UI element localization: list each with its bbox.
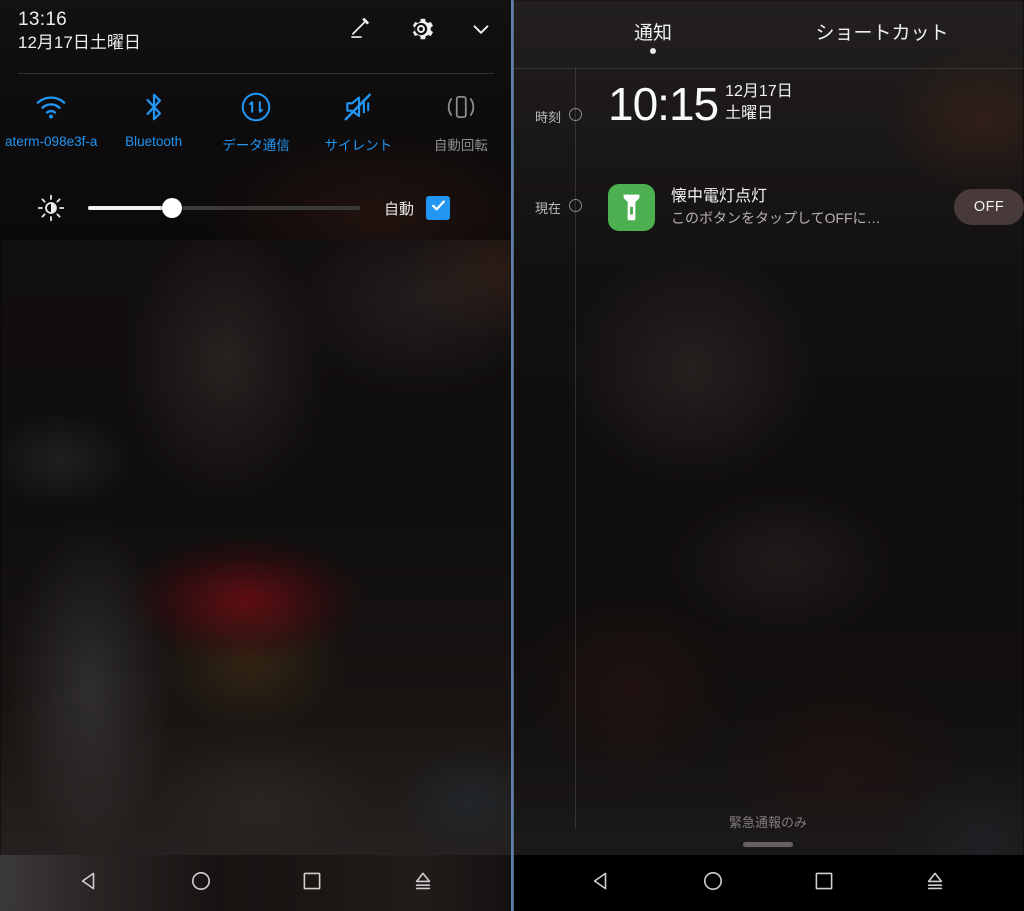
gear-icon — [407, 15, 435, 48]
panel-tabs: 通知 ショートカット — [512, 0, 1024, 68]
navigation-bar-right — [512, 855, 1024, 911]
notification-action-button[interactable]: OFF — [954, 189, 1024, 225]
tab-shortcuts[interactable]: ショートカット — [815, 18, 948, 45]
back-triangle-icon — [590, 869, 614, 898]
tile-wifi[interactable]: aterm-098e3f-a — [0, 88, 102, 154]
edit-icon — [348, 16, 374, 47]
home-circle-icon — [189, 869, 213, 898]
wallpaper-scrim-right — [512, 0, 1024, 911]
sound-mute-icon — [342, 88, 374, 126]
drag-handle[interactable] — [743, 842, 793, 847]
brightness-row: 自動 — [0, 186, 512, 230]
tile-silent[interactable]: サイレント — [307, 88, 409, 154]
right-phone-screen: 通知 ショートカット 時刻 現在 10:15 12月17日 土曜日 懐中電灯点灯… — [512, 0, 1024, 911]
eject-button[interactable] — [397, 861, 449, 905]
navigation-bar-left — [0, 855, 512, 911]
status-clock-block: 13:16 12月17日土曜日 — [18, 8, 141, 55]
tile-data-label: データ通信 — [222, 138, 290, 153]
settings-button[interactable] — [404, 14, 438, 48]
brightness-slider-thumb[interactable] — [162, 198, 183, 218]
clock-date-block: 12月17日 土曜日 — [725, 81, 793, 125]
eject-button[interactable] — [909, 861, 961, 905]
auto-brightness-label: 自動 — [384, 200, 415, 218]
notification-body: このボタンをタップしてOFFに… — [671, 210, 881, 226]
recents-square-icon — [300, 869, 324, 898]
wifi-icon — [35, 88, 67, 126]
quick-settings-divider — [18, 73, 494, 74]
lockscreen-clock: 10:15 12月17日 土曜日 — [608, 78, 793, 130]
back-button[interactable] — [64, 861, 116, 905]
brightness-slider-fill — [88, 206, 173, 210]
clock-weekday: 土曜日 — [725, 105, 774, 122]
chevron-down-icon — [468, 16, 494, 47]
left-phone-screen: 13:16 12月17日土曜日 aterm-098e3f-a Bluetooth… — [0, 0, 512, 911]
clock-time: 10:15 — [608, 78, 719, 130]
auto-brightness-checkbox[interactable] — [426, 196, 451, 220]
collapse-button[interactable] — [464, 14, 498, 48]
recents-square-icon — [812, 869, 836, 898]
timeline-label-clock: 時刻 — [535, 110, 562, 125]
brightness-icon — [36, 193, 66, 223]
tile-wifi-label: aterm-098e3f-a — [5, 134, 98, 149]
tile-bluetooth-label: Bluetooth — [125, 134, 183, 149]
tile-data[interactable]: データ通信 — [205, 88, 307, 154]
status-date: 12月17日土曜日 — [18, 33, 141, 52]
edit-button[interactable] — [344, 14, 378, 48]
status-time: 13:16 — [18, 9, 68, 30]
emergency-call-status: 緊急通報のみ — [728, 815, 807, 830]
data-transfer-icon — [240, 88, 272, 126]
quick-settings-shade: 13:16 12月17日土曜日 aterm-098e3f-a Bluetooth… — [0, 0, 512, 240]
notification-text: 懐中電灯点灯 このボタンをタップしてOFFに… — [671, 186, 948, 228]
notification-title: 懐中電灯点灯 — [671, 188, 768, 205]
active-tab-indicator — [650, 48, 656, 54]
quick-settings-actions — [344, 14, 498, 48]
auto-rotate-icon — [444, 88, 478, 126]
tabs-divider — [512, 68, 1024, 69]
tile-silent-label: サイレント — [324, 138, 393, 153]
tile-bluetooth[interactable]: Bluetooth — [102, 88, 204, 154]
timeline-axis — [575, 68, 576, 828]
quick-settings-tiles: aterm-098e3f-a Bluetooth データ通信 サイレント 自動回… — [0, 88, 512, 154]
recents-button[interactable] — [798, 861, 850, 905]
flashlight-icon — [608, 183, 655, 231]
notification-item[interactable]: 懐中電灯点灯 このボタンをタップしてOFFに… OFF — [608, 178, 1024, 236]
recents-button[interactable] — [286, 861, 338, 905]
check-icon — [430, 197, 447, 219]
back-button[interactable] — [576, 861, 628, 905]
home-circle-icon — [701, 869, 725, 898]
tile-auto-rotate[interactable]: 自動回転 — [410, 88, 512, 154]
brightness-slider[interactable] — [88, 198, 360, 218]
clock-date: 12月17日 — [725, 83, 793, 100]
bluetooth-icon — [141, 88, 167, 126]
screenshot-root: 13:16 12月17日土曜日 aterm-098e3f-a Bluetooth… — [0, 0, 1024, 911]
panel-separator-inner — [513, 0, 514, 911]
tab-notifications[interactable]: 通知 — [634, 18, 672, 45]
timeline-label-current: 現在 — [535, 201, 562, 216]
home-button[interactable] — [687, 861, 739, 905]
eject-up-icon — [923, 869, 947, 898]
back-triangle-icon — [78, 869, 102, 898]
notification-action-label: OFF — [973, 199, 1005, 215]
tile-auto-rotate-label: 自動回転 — [433, 138, 488, 153]
eject-up-icon — [411, 869, 435, 898]
home-button[interactable] — [175, 861, 227, 905]
